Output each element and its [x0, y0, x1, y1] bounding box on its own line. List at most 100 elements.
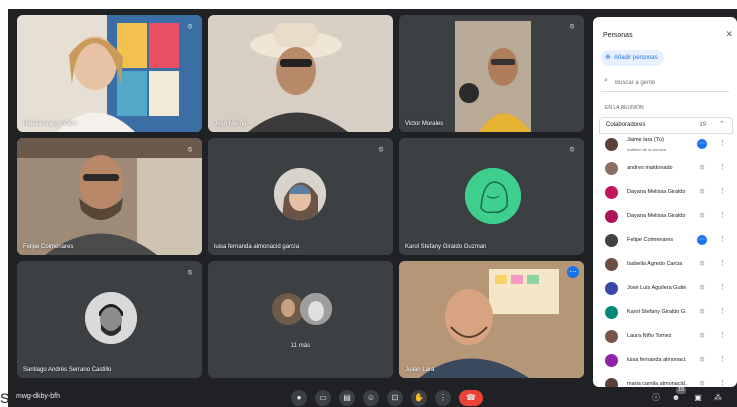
person-row[interactable]: Felipe Colmenares ⋯ ⋮ — [599, 229, 733, 253]
person-name: Laura Niño Tomez — [627, 333, 672, 339]
avatar — [605, 210, 618, 223]
more-options-icon[interactable]: ⋮ — [719, 139, 726, 149]
mic-off-icon: ⦸ — [187, 146, 193, 153]
mic-off-icon[interactable]: ⦸ — [697, 259, 707, 269]
add-person-icon: ⊕ — [605, 54, 611, 61]
participant-name: Santiago Andrés Serrano Castillo — [23, 367, 112, 373]
meet-window: ⦸ Natalia Arango Caro Juan Nariño ⦸ Vict… — [8, 9, 737, 407]
participant-avatar — [465, 168, 521, 224]
participant-name: luisa fernanda almonacid garcía — [214, 244, 300, 250]
more-options-icon[interactable]: ⋮ — [719, 187, 726, 197]
mic-off-icon[interactable]: ⦸ — [697, 187, 707, 197]
group-header[interactable]: Colaboradores 19 ⌃ — [599, 117, 733, 134]
participant-video — [17, 15, 202, 132]
mic-off-icon[interactable]: ⦸ — [697, 283, 707, 293]
participant-tile-juan[interactable]: Juan Nariño — [208, 15, 393, 132]
chevron-up-icon[interactable]: ⌃ — [719, 120, 725, 128]
participant-video — [208, 15, 393, 132]
screen: ⦸ Natalia Arango Caro Juan Nariño ⦸ Vict… — [0, 0, 737, 407]
more-options-icon[interactable]: ⋮ — [719, 307, 726, 317]
mic-off-icon: ⦸ — [187, 269, 193, 276]
bottom-bar: mwg-dkby-bfh ● ▭ ▤ ☺ ⊡ ✋ ⋮ ☎ ⓘ ☻ 19 ▣ ⁂ — [8, 387, 737, 407]
participant-tile-julian[interactable]: ⋯ Julián Lara — [399, 261, 584, 378]
mic-off-icon[interactable]: ⦸ — [697, 355, 707, 365]
chat-icon[interactable]: ▣ — [691, 391, 705, 405]
section-label: EN LA REUNIÓN — [605, 105, 644, 111]
person-row[interactable]: Dayana Melissa Giraldo ... ⦸ ⋮ — [599, 205, 733, 229]
meeting-code: mwg-dkby-bfh — [16, 393, 60, 400]
participant-video — [399, 261, 584, 378]
people-icon[interactable]: ☻ 19 — [669, 387, 686, 405]
more-options-icon[interactable]: ⋮ — [435, 390, 451, 406]
more-options-icon[interactable]: ⋮ — [719, 331, 726, 341]
group-count: 19 — [699, 122, 706, 128]
more-options-icon[interactable]: ⋮ — [719, 283, 726, 293]
activities-icon[interactable]: ⁂ — [711, 391, 725, 405]
person-row[interactable]: Isabella Agredo Carcia ⦸ ⋮ — [599, 253, 733, 277]
avatar — [605, 138, 618, 151]
more-options-icon[interactable]: ⋮ — [719, 163, 726, 173]
person-row[interactable]: luisa fernanda almonaci... ⦸ ⋮ — [599, 349, 733, 373]
mic-off-icon[interactable]: ⦸ — [697, 331, 707, 341]
participant-name: Felipe Colmenares — [23, 244, 74, 250]
participant-tile-luisa[interactable]: ⦸ luisa fernanda almonacid garcía — [208, 138, 393, 255]
speaking-icon[interactable]: ⋯ — [697, 235, 707, 245]
end-call-icon[interactable]: ☎ — [459, 390, 483, 406]
people-panel: Personas ✕ ⊕Añadir personas ⌕ EN LA REUN… — [593, 17, 737, 387]
panel-title: Personas — [603, 32, 633, 39]
mic-icon[interactable]: ● — [291, 390, 307, 406]
add-people-label: Añadir personas — [613, 55, 658, 61]
speaking-icon[interactable]: ⋯ — [697, 139, 707, 149]
more-options-icon[interactable]: ⋮ — [719, 235, 726, 245]
present-icon[interactable]: ⊡ — [387, 390, 403, 406]
person-row[interactable]: José Luis Aguilera Gutie... ⦸ ⋮ — [599, 277, 733, 301]
participant-tile-santiago[interactable]: ⦸ Santiago Andrés Serrano Castillo — [17, 261, 202, 378]
mic-off-icon[interactable]: ⦸ — [697, 379, 707, 387]
mic-off-icon[interactable]: ⦸ — [697, 211, 707, 221]
person-name: Jaime lara (Tú) — [627, 137, 664, 143]
person-name: Dayana Melissa Giraldo ... — [627, 189, 687, 195]
add-people-button[interactable]: ⊕ Añadir personas — [601, 50, 664, 66]
participant-tile-felipe[interactable]: ⦸ Felipe Colmenares — [17, 138, 202, 255]
emoji-icon[interactable]: ☺ — [363, 390, 379, 406]
close-icon[interactable]: ✕ — [725, 29, 733, 40]
person-row[interactable]: Laura Niño Tomez ⦸ ⋮ — [599, 325, 733, 349]
avatar — [605, 186, 618, 199]
mic-off-icon: ⦸ — [569, 23, 575, 30]
mic-off-icon: ⦸ — [569, 146, 575, 153]
participant-tile-victor[interactable]: ⦸ Victor Morales — [399, 15, 584, 132]
search-field[interactable]: ⌕ — [601, 75, 729, 92]
person-row[interactable]: maria camila almonacid... ⦸ ⋮ — [599, 373, 733, 387]
person-name: José Luis Aguilera Gutie... — [627, 285, 687, 291]
camera-icon[interactable]: ▭ — [315, 390, 331, 406]
captions-icon[interactable]: ▤ — [339, 390, 355, 406]
participant-tile-karol[interactable]: ⦸ Karol Stefany Giraldo Guzman — [399, 138, 584, 255]
participant-count-badge: 19 — [676, 387, 686, 394]
person-name: luisa fernanda almonaci... — [627, 357, 687, 363]
more-options-icon[interactable]: ⋮ — [719, 355, 726, 365]
participant-name: Julián Lara — [405, 367, 435, 373]
avatar — [605, 306, 618, 319]
person-row[interactable]: andres maldonado ⦸ ⋮ — [599, 157, 733, 181]
participant-video — [17, 138, 202, 255]
person-row[interactable]: Karol Stefany Giraldo G... ⦸ ⋮ — [599, 301, 733, 325]
avatar — [605, 234, 618, 247]
raise-hand-icon[interactable]: ✋ — [411, 390, 427, 406]
participant-avatar — [85, 292, 137, 344]
participant-name: Juan Nariño — [214, 121, 247, 127]
search-input[interactable] — [615, 78, 723, 88]
info-icon[interactable]: ⓘ — [649, 391, 663, 405]
avatar — [605, 330, 618, 343]
more-participants-tile[interactable]: 11 más — [208, 261, 393, 378]
more-options-icon[interactable]: ⋮ — [719, 379, 726, 387]
mic-off-icon[interactable]: ⦸ — [697, 163, 707, 173]
more-options-icon[interactable]: ⋮ — [719, 259, 726, 269]
more-options-icon[interactable]: ⋮ — [719, 211, 726, 221]
avatar — [605, 282, 618, 295]
group-title: Colaboradores — [606, 122, 646, 128]
person-row[interactable]: Dayana Melissa Giraldo ... ⦸ ⋮ — [599, 181, 733, 205]
participant-name: Karol Stefany Giraldo Guzman — [405, 244, 487, 250]
participant-tile-natalia[interactable]: ⦸ Natalia Arango Caro — [17, 15, 202, 132]
person-row[interactable]: Jaime lara (Tú) Anfitrión de la reunión ⋯ ⋮ — [599, 133, 733, 157]
mic-off-icon[interactable]: ⦸ — [697, 307, 707, 317]
